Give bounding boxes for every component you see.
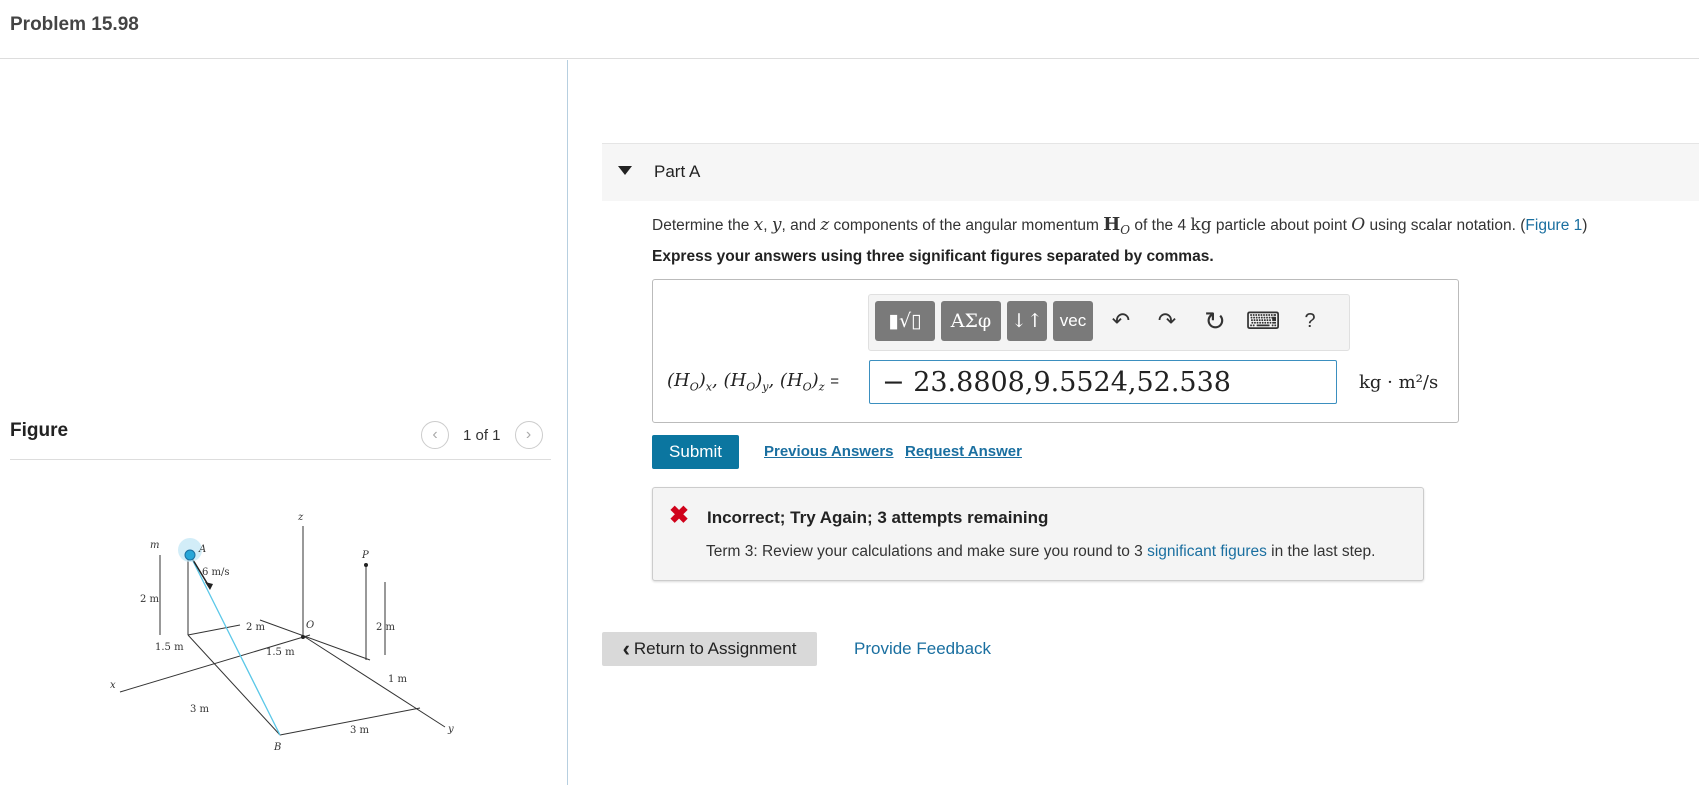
help-icon: ?	[1304, 309, 1316, 332]
return-label: Return to Assignment	[633, 639, 797, 658]
label-a: A	[198, 544, 206, 555]
question-text-segment: of the 4	[1130, 217, 1191, 234]
question-text-segment: particle about point	[1211, 217, 1352, 234]
label-3m-left: 3 m	[190, 704, 210, 715]
previous-figure-button[interactable]: ‹	[421, 421, 449, 449]
vec-icon: vec	[1059, 311, 1087, 330]
equals-sign: =	[830, 373, 839, 390]
label-y: y	[447, 724, 454, 735]
undo-button[interactable]: ↶	[1105, 303, 1137, 339]
question-text-segment: , and	[781, 217, 821, 234]
reset-button[interactable]: ↻	[1199, 303, 1231, 339]
redo-button[interactable]: ↷	[1151, 303, 1183, 339]
feedback-message-text: Term 3: Review your calculations and mak…	[706, 543, 1148, 560]
x-axis-line	[119, 634, 311, 693]
figure-counter: 1 of 1	[463, 426, 501, 444]
label-1-5m-mid: 1.5 m	[266, 647, 295, 658]
math-toolbar: ▮√▯ ΑΣφ ↓↑ vec ↶ ↷ ↻ ⌨ ?	[868, 294, 1350, 351]
question-text-segment: components of the angular momentum	[829, 217, 1104, 234]
question-text: Determine the x, y, and z components of …	[652, 214, 1587, 237]
incorrect-x-icon: ✖	[669, 502, 690, 529]
label-2m-left: 2 m	[140, 594, 160, 605]
equation-label: (HO)x, (HO)y, (HO)z =	[667, 370, 839, 394]
feedback-heading: Incorrect; Try Again; 3 attempts remaini…	[707, 508, 1049, 527]
feedback-message-text: in the last step.	[1266, 543, 1376, 560]
part-a-label: Part A	[654, 162, 701, 181]
greek-icon: ΑΣφ	[950, 310, 992, 332]
collapse-caret-icon[interactable]	[618, 166, 632, 175]
help-button[interactable]: ?	[1294, 303, 1326, 339]
greek-button[interactable]: ΑΣφ	[941, 301, 1001, 341]
feedback-box: ✖ Incorrect; Try Again; 3 attempts remai…	[652, 487, 1424, 581]
return-to-assignment-button[interactable]: ‹ Return to Assignment	[602, 632, 817, 666]
instruction-text: Express your answers using three signifi…	[652, 248, 1214, 265]
math-h-subscript: O	[1120, 223, 1131, 238]
provide-feedback-link[interactable]: Provide Feedback	[854, 639, 991, 659]
label-1-5m-left: 1.5 m	[155, 642, 184, 653]
mechanics-diagram: m A z O P x y B 6 m/s 2 m 1.5 m 2 m 1.5 …	[110, 512, 454, 753]
next-figure-button[interactable]: ›	[514, 421, 543, 449]
point-o	[301, 635, 305, 639]
question-text-segment: Determine the	[652, 217, 754, 234]
math-o: O	[1351, 215, 1366, 235]
question-text-segment: ,	[763, 217, 772, 234]
page-title: Problem 15.98	[10, 14, 139, 35]
label-3m-bottom: 3 m	[350, 725, 370, 736]
question-text-segment: using scalar notation. (	[1365, 217, 1526, 234]
redo-icon: ↷	[1157, 308, 1177, 333]
label-2m-mid: 2 m	[246, 622, 266, 633]
particle-a	[184, 549, 196, 561]
math-kg: kg	[1190, 215, 1212, 235]
math-x: x	[753, 215, 764, 235]
label-p: P	[361, 550, 369, 561]
arrows-icon: ↓↑	[1011, 310, 1043, 332]
figure-heading: Figure	[10, 420, 69, 441]
label-o: O	[306, 620, 314, 631]
answer-input[interactable]: − 23.8808,9.5524,52.538	[869, 360, 1337, 404]
vector-button[interactable]: vec	[1053, 301, 1093, 341]
request-answer-link[interactable]: Request Answer	[905, 443, 1022, 460]
answer-box: ▮√▯ ΑΣφ ↓↑ vec ↶ ↷ ↻ ⌨ ? (HO)x, (HO)y, (…	[652, 279, 1459, 423]
figure-navigation: ‹ 1 of 1 ›	[421, 421, 543, 449]
point-p	[364, 563, 368, 567]
submit-button[interactable]: Submit	[652, 435, 739, 469]
templates-icon: ▮√▯	[888, 310, 922, 332]
figure-divider	[10, 459, 551, 460]
label-z: z	[297, 512, 304, 523]
label-b: B	[273, 742, 281, 753]
label-velocity: 6 m/s	[202, 567, 230, 578]
math-h: H	[1103, 214, 1121, 235]
undo-icon: ↶	[1111, 308, 1131, 333]
label-2m-right: 2 m	[376, 622, 396, 633]
question-text-segment: )	[1582, 217, 1588, 234]
label-x: x	[110, 680, 116, 691]
figure-diagram[interactable]: m A z O P x y B 6 m/s 2 m 1.5 m 2 m 1.5 …	[110, 510, 470, 785]
figure-link[interactable]: Figure 1	[1525, 217, 1582, 234]
templates-button[interactable]: ▮√▯	[875, 301, 935, 341]
top-bar: Problem 15.98	[0, 0, 1699, 59]
previous-answers-link[interactable]: Previous Answers	[764, 443, 894, 460]
reset-icon: ↻	[1204, 305, 1226, 336]
label-m: m	[150, 540, 159, 551]
units-label: kg · m²/s	[1359, 372, 1439, 393]
panel-divider	[567, 60, 568, 785]
feedback-message: Term 3: Review your calculations and mak…	[706, 543, 1375, 561]
floor-line	[187, 624, 241, 636]
significant-figures-link[interactable]: significant figures	[1147, 543, 1267, 560]
part-a-header[interactable]: Part A	[602, 143, 1699, 201]
math-z: z	[820, 215, 830, 235]
keyboard-button[interactable]: ⌨	[1245, 303, 1281, 339]
label-1m: 1 m	[388, 674, 408, 685]
keyboard-icon: ⌨	[1245, 307, 1281, 335]
math-y: y	[771, 215, 782, 235]
chevron-right-icon: ›	[525, 426, 532, 443]
chevron-left-icon: ‹	[622, 636, 630, 661]
y-axis-line	[304, 636, 446, 728]
subscript-button[interactable]: ↓↑	[1007, 301, 1047, 341]
chevron-left-icon: ‹	[432, 426, 438, 443]
